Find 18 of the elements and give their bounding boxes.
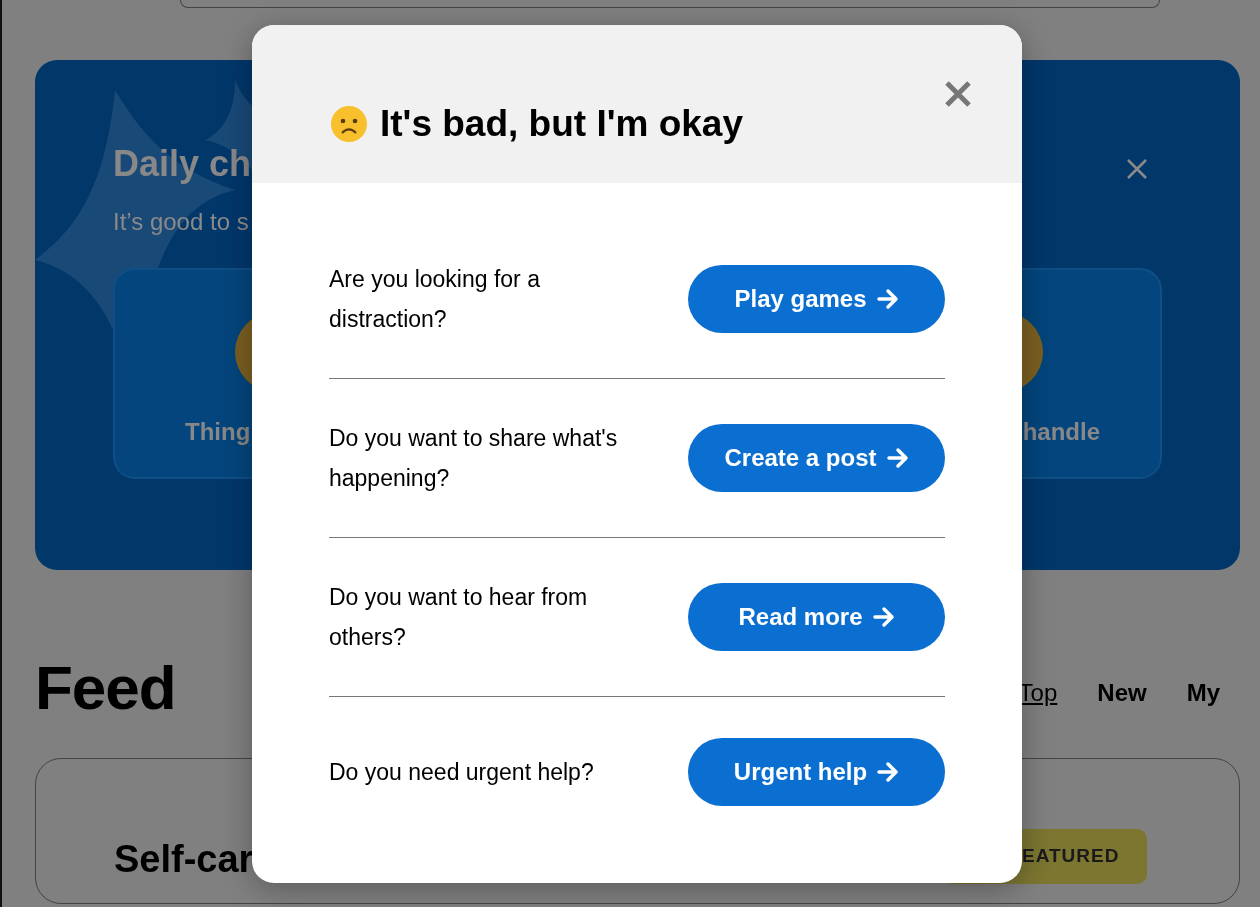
action-button[interactable]: Play games bbox=[688, 265, 945, 333]
feed-tab[interactable]: Top bbox=[1018, 675, 1058, 711]
option-label: Thing bbox=[185, 416, 251, 447]
modal-title: It's bad, but I'm okay bbox=[380, 101, 743, 146]
post-title: Self-car bbox=[114, 837, 254, 879]
question-text: Do you want to hear from others? bbox=[329, 583, 589, 652]
action-button[interactable]: Create a post bbox=[688, 424, 945, 492]
question-text: Are you looking for a distraction? bbox=[329, 265, 541, 334]
feed-tab[interactable]: My bbox=[1186, 675, 1220, 711]
action-button[interactable]: Read more bbox=[688, 583, 945, 651]
action-button[interactable]: Urgent help bbox=[688, 738, 945, 806]
option-label: handle bbox=[1022, 416, 1100, 447]
feed-tab[interactable]: New bbox=[1097, 675, 1147, 711]
question-text: Do you need urgent help? bbox=[329, 758, 595, 787]
card-subtitle: It’s good to s bbox=[113, 206, 249, 237]
question-text: Do you want to share what's happening? bbox=[329, 424, 619, 493]
feed-heading: Feed bbox=[35, 651, 176, 724]
card-title: Daily ch bbox=[113, 144, 252, 184]
